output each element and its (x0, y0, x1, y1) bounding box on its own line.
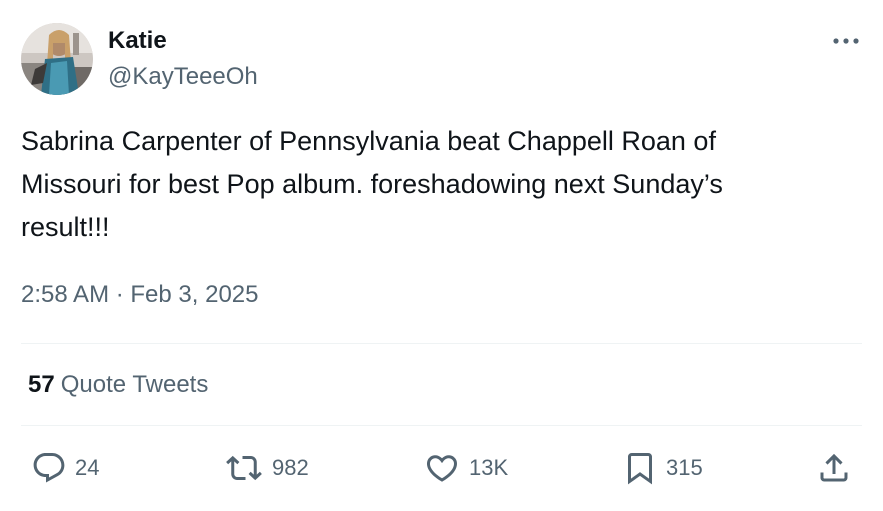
like-button[interactable]: 13K (423, 448, 508, 488)
display-name[interactable]: Katie (108, 26, 167, 56)
quote-tweets-link[interactable]: 57 Quote Tweets (28, 370, 208, 400)
heart-icon (426, 455, 458, 482)
quote-tweets-count: 57 (28, 371, 55, 398)
like-count: 13K (469, 455, 509, 480)
reply-icon (33, 453, 65, 483)
divider (21, 343, 862, 344)
retweet-icon (226, 455, 262, 481)
avatar[interactable] (21, 23, 93, 95)
bookmark-count: 315 (666, 455, 703, 480)
more-options-button[interactable] (826, 26, 866, 56)
tweet-timestamp[interactable]: 2:58 AM · Feb 3, 2025 (21, 280, 258, 310)
share-icon (820, 453, 848, 482)
bookmark-button[interactable]: 315 (622, 448, 703, 488)
user-handle[interactable]: @KayTeeeOh (108, 62, 258, 92)
tweet-card: Katie @KayTeeeOh Sabrina Carpenter of Pe… (0, 0, 883, 511)
avatar-image (21, 23, 93, 95)
tweet-text: Sabrina Carpenter of Pennsylvania beat C… (21, 126, 723, 242)
share-button[interactable] (816, 448, 852, 488)
retweet-count: 982 (272, 455, 309, 480)
more-icon (833, 38, 859, 44)
reply-count: 24 (75, 455, 100, 480)
bookmark-icon (628, 453, 652, 485)
reply-button[interactable]: 24 (31, 448, 99, 488)
quote-tweets-label: Quote Tweets (60, 371, 209, 398)
divider (21, 425, 862, 426)
retweet-button[interactable]: 982 (224, 448, 309, 488)
